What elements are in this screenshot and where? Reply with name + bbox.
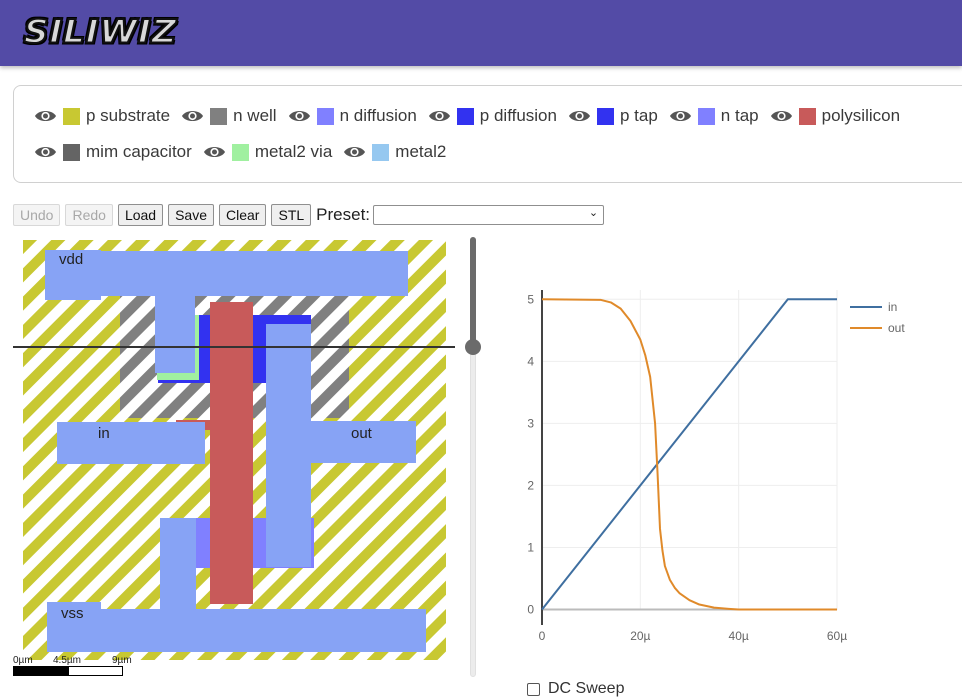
layer-label: mim capacitor xyxy=(86,142,192,161)
layer-metal2: metal2 xyxy=(343,142,446,162)
stl-button[interactable]: STL xyxy=(271,204,312,226)
x-tick-label: 40µ xyxy=(729,629,749,643)
simulation-chart: 0 20µ 40µ 60µ 0 1 2 3 4 5 in out xyxy=(527,290,905,643)
legend-label-out: out xyxy=(888,321,905,335)
scale-label-0: 0µm xyxy=(13,655,33,666)
eye-icon[interactable] xyxy=(34,144,57,160)
preset-label: Preset: xyxy=(316,205,371,224)
layer-p-substrate: p substrate xyxy=(34,106,170,126)
dc-sweep-label: DC Sweep xyxy=(548,680,625,697)
app-header: SILIWIZ xyxy=(0,0,962,66)
vdd-drop[interactable] xyxy=(155,295,195,373)
eye-icon[interactable] xyxy=(181,108,204,124)
layer-mim-capacitor: mim capacitor xyxy=(34,142,192,162)
layer-label: metal2 xyxy=(395,142,447,161)
layer-n-tap: n tap xyxy=(669,106,759,126)
crosssection-line[interactable] xyxy=(13,346,455,348)
out-label: out xyxy=(351,425,373,442)
y-tick-label: 4 xyxy=(527,354,534,368)
clear-button[interactable]: Clear xyxy=(219,204,267,226)
layer-panel: p substrate n well n diffusion p diffusion p… xyxy=(13,85,962,183)
layer-label: n tap xyxy=(720,106,759,125)
x-tick-label: 20µ xyxy=(630,629,650,643)
series-line-out xyxy=(541,298,837,611)
vss-label: vss xyxy=(61,605,84,622)
x-tick-label: 0 xyxy=(539,629,546,643)
layer-color-swatch xyxy=(456,107,474,125)
slider-fill xyxy=(470,237,476,347)
layer-label: p substrate xyxy=(86,106,171,125)
layer-polysilicon: polysilicon xyxy=(770,106,900,126)
eye-icon[interactable] xyxy=(568,108,591,124)
preset-select[interactable]: ⌄ xyxy=(373,205,605,225)
eye-icon[interactable] xyxy=(428,108,451,124)
vdd-label: vdd xyxy=(59,251,83,268)
scale-label-1: 4.5µm xyxy=(53,655,81,666)
crosssection-slider[interactable] xyxy=(465,237,481,677)
layer-color-swatch xyxy=(697,107,715,125)
layer-color-swatch xyxy=(63,107,80,125)
load-button[interactable]: Load xyxy=(117,204,164,226)
layer-n-well: n well xyxy=(181,106,277,126)
layer-row-2: mim capacitor metal2 via metal2 xyxy=(34,142,457,162)
eye-icon[interactable] xyxy=(34,108,57,124)
layer-label: p diffusion xyxy=(479,106,557,125)
scale-bar-graphic xyxy=(13,666,123,676)
eye-icon[interactable] xyxy=(203,144,226,160)
legend-label-in: in xyxy=(888,300,897,314)
eye-icon[interactable] xyxy=(288,108,311,124)
layer-color-swatch xyxy=(596,107,614,125)
eye-icon[interactable] xyxy=(669,108,692,124)
layer-label: n well xyxy=(233,106,277,125)
y-tick-label: 5 xyxy=(527,292,534,306)
y-tick-label: 3 xyxy=(527,416,534,430)
layer-color-swatch xyxy=(231,143,249,161)
dc-sweep-checkbox[interactable] xyxy=(527,682,540,696)
vss-rail[interactable] xyxy=(47,602,426,652)
dc-sweep-toggle[interactable]: DC Sweep xyxy=(527,680,624,698)
layer-color-swatch xyxy=(372,143,390,161)
eye-icon[interactable] xyxy=(343,144,366,160)
layer-color-swatch xyxy=(316,107,334,125)
layer-color-swatch xyxy=(63,143,80,161)
eye-icon[interactable] xyxy=(770,108,793,124)
toolbar: Undo Redo Load Save Clear STL Preset: ⌄ xyxy=(13,204,605,226)
layer-label: polysilicon xyxy=(821,106,901,125)
redo-button[interactable]: Redo xyxy=(65,204,113,226)
in-pad[interactable] xyxy=(57,422,205,464)
vdd-rail[interactable] xyxy=(45,250,408,300)
chevron-down-icon: ⌄ xyxy=(588,207,599,219)
layer-row-1: p substrate n well n diffusion p diffusion p… xyxy=(34,106,911,126)
scale-label-2: 9µm xyxy=(112,655,132,666)
y-tick-label: 2 xyxy=(527,478,534,492)
save-button[interactable]: Save xyxy=(168,204,215,226)
slider-thumb[interactable] xyxy=(465,339,481,355)
layer-label: metal2 via xyxy=(254,142,333,161)
layer-color-swatch xyxy=(798,107,816,125)
layer-p-tap: p tap xyxy=(568,106,658,126)
undo-button[interactable]: Undo xyxy=(13,204,61,226)
layer-color-swatch xyxy=(210,107,228,125)
scale-bar: 0µm 4.5µm 9µm xyxy=(13,655,133,676)
in-label: in xyxy=(98,425,110,442)
y-tick-label: 0 xyxy=(527,602,534,616)
layer-label: p tap xyxy=(619,106,658,125)
vss-drop[interactable] xyxy=(160,518,196,610)
y-tick-label: 1 xyxy=(527,540,534,554)
siliwiz-logo: SILIWIZ xyxy=(23,12,178,52)
layer-metal2-via: metal2 via xyxy=(203,142,332,162)
layout-canvas[interactable]: vdd in out vss xyxy=(23,240,446,660)
layer-p-diffusion: p diffusion xyxy=(428,106,557,126)
layer-n-diffusion: n diffusion xyxy=(288,106,417,126)
series-line-in xyxy=(541,298,837,611)
x-tick-label: 60µ xyxy=(827,629,847,643)
layer-label: n diffusion xyxy=(339,106,417,125)
